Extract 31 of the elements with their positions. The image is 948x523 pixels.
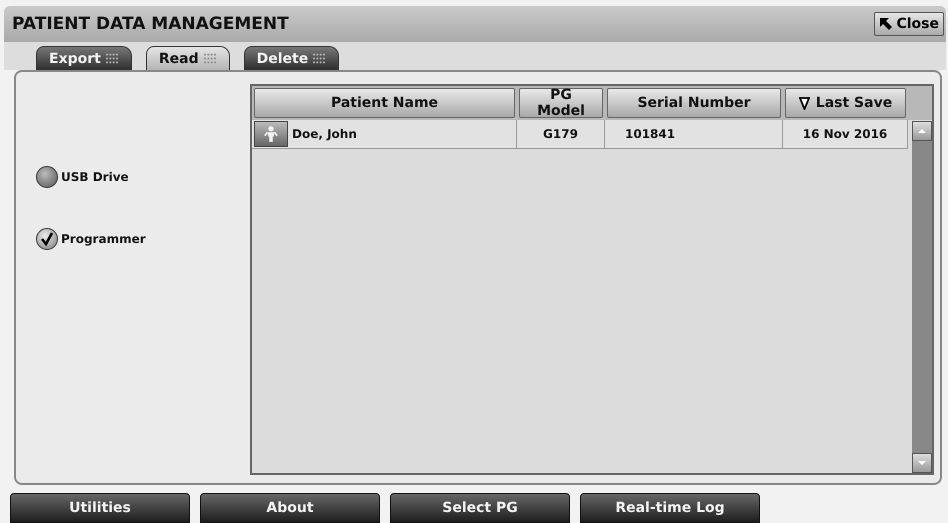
scroll-down-button[interactable]: [912, 453, 932, 473]
table-cell: 16 Nov 2016: [802, 127, 888, 141]
tab[interactable]: Export: [36, 46, 132, 70]
radio-button[interactable]: [36, 166, 58, 188]
window-title: PATIENT DATA MANAGEMENT: [12, 14, 289, 34]
up-arrow-icon: [917, 128, 927, 134]
tab[interactable]: Read: [146, 46, 230, 70]
column-header[interactable]: Last Save: [785, 88, 906, 118]
grip-icon: [104, 53, 119, 64]
column-header[interactable]: Serial Number: [607, 88, 781, 118]
table-cell: G179: [543, 127, 578, 141]
down-arrow-icon: [917, 460, 927, 466]
table-cell: Doe, John: [292, 127, 357, 141]
toolbar-button[interactable]: Select PG: [390, 493, 570, 523]
grip-icon: [202, 53, 217, 64]
toolbar-button[interactable]: Utilities: [10, 493, 190, 523]
radio-label: USB Drive: [61, 170, 129, 184]
radio-label: Programmer: [61, 232, 146, 246]
arrow-icon: [879, 17, 894, 31]
table-cell: 101841: [625, 127, 676, 141]
person-icon: [264, 125, 278, 143]
tab[interactable]: Delete: [244, 46, 340, 70]
close-button[interactable]: Close: [874, 12, 944, 36]
radio-button[interactable]: [36, 228, 58, 250]
toolbar-button[interactable]: About: [200, 493, 380, 523]
patient-button[interactable]: [254, 121, 288, 147]
column-header[interactable]: Patient Name: [254, 88, 515, 118]
column-header[interactable]: PG Model: [519, 88, 603, 118]
scroll-up-button[interactable]: [912, 121, 932, 141]
grip-icon: [312, 53, 326, 64]
toolbar-button[interactable]: Real-time Log: [580, 493, 760, 523]
